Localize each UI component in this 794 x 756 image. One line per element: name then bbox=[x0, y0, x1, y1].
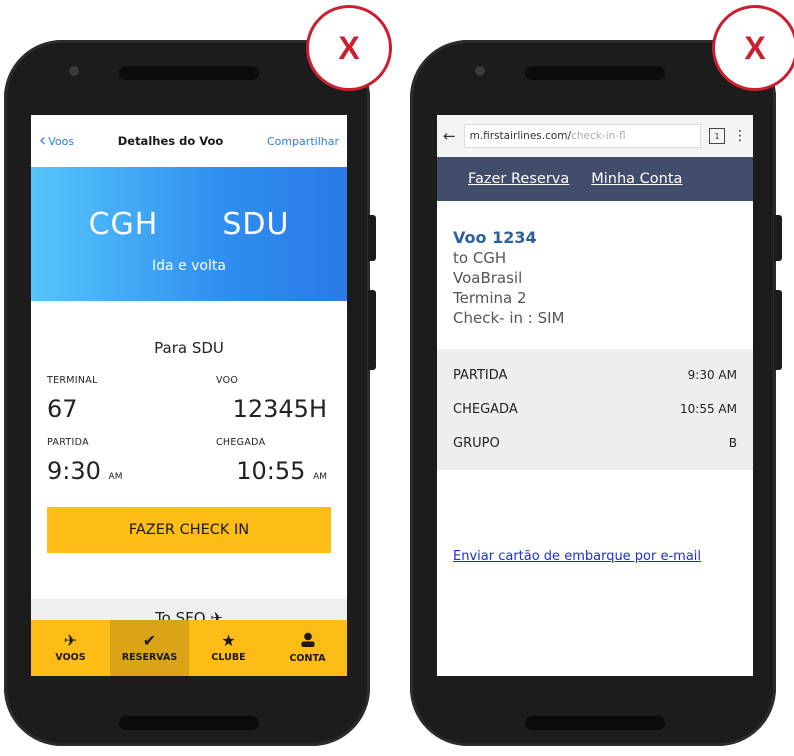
checkin-button[interactable]: FAZER CHECK IN bbox=[47, 507, 331, 553]
checkin-status: Check- in : SIM bbox=[453, 309, 565, 327]
home-bar bbox=[525, 716, 665, 730]
tab-count-icon[interactable]: 1 bbox=[709, 128, 725, 144]
tab-clube[interactable]: ★ CLUBE bbox=[189, 620, 268, 676]
flight-card: Para SDU TERMINAL 67 PARTIDA 9:30 AM VOO… bbox=[31, 301, 347, 553]
trip-type: Ida e volta bbox=[152, 258, 226, 274]
tab-reservas[interactable]: ✔ RESERVAS bbox=[110, 620, 189, 676]
row-value: 9:30 AM bbox=[687, 368, 737, 382]
star-icon: ★ bbox=[221, 631, 236, 650]
leg-heading: Para SDU bbox=[154, 339, 224, 357]
power-button bbox=[368, 290, 376, 370]
table-row: PARTIDA 9:30 AM bbox=[437, 358, 753, 392]
wrong-mark-icon: X bbox=[712, 5, 794, 91]
arrival-value: 10:55 AM bbox=[216, 457, 327, 485]
airline-name: VoaBrasil bbox=[453, 269, 523, 287]
site-menu: Fazer Reserva Minha Conta bbox=[437, 157, 753, 201]
tab-bar: ✈ VOOS ✔ RESERVAS ★ CLUBE CONTA bbox=[31, 620, 347, 676]
row-label: GRUPO bbox=[453, 435, 500, 451]
table-row: GRUPO B bbox=[437, 426, 753, 460]
home-bar bbox=[119, 716, 259, 730]
app-screen: ‹ Voos Detalhes do Voo Compartilhar CGH … bbox=[31, 115, 347, 676]
terminal-value: 67 bbox=[47, 395, 78, 423]
back-arrow-icon[interactable]: ← bbox=[443, 127, 456, 145]
reserve-link[interactable]: Fazer Reserva bbox=[468, 171, 569, 187]
account-link[interactable]: Minha Conta bbox=[591, 171, 682, 187]
volume-button bbox=[368, 215, 376, 261]
plane-icon: ✈ bbox=[63, 631, 78, 650]
volume-button bbox=[774, 215, 782, 261]
terminal-label: TERMINAL bbox=[47, 375, 98, 386]
arrival-ampm: AM bbox=[313, 472, 327, 482]
departure-ampm: AM bbox=[108, 472, 123, 482]
departure-time: 9:30 bbox=[47, 457, 101, 485]
table-row: CHEGADA 10:55 AM bbox=[437, 392, 753, 426]
origin-code: CGH bbox=[88, 207, 159, 242]
speaker-grille bbox=[525, 66, 665, 80]
route-header: CGH SDU Ida e volta bbox=[31, 167, 347, 301]
email-boarding-pass-link[interactable]: Enviar cartão de embarque por e-mail bbox=[453, 549, 701, 564]
speaker-grille bbox=[119, 66, 259, 80]
tab-label: CONTA bbox=[289, 653, 326, 664]
nav-bar: ‹ Voos Detalhes do Voo Compartilhar bbox=[31, 115, 347, 167]
arrival-label: CHEGADA bbox=[216, 437, 266, 448]
page-title: Detalhes do Voo bbox=[117, 134, 224, 148]
tab-voos[interactable]: ✈ VOOS bbox=[31, 620, 110, 676]
chevron-left-icon: ‹ bbox=[39, 130, 47, 151]
tab-conta[interactable]: CONTA bbox=[268, 620, 347, 676]
back-label: Voos bbox=[48, 134, 75, 148]
person-icon bbox=[301, 632, 315, 650]
tab-label: CLUBE bbox=[211, 652, 246, 663]
row-value: B bbox=[728, 436, 737, 450]
phone-right: ← m.firstairlines.com/check-in-fl 1 ⋮ Fa… bbox=[410, 40, 782, 746]
flight-label: VOO bbox=[216, 375, 239, 386]
departure-label: PARTIDA bbox=[47, 437, 89, 448]
row-label: CHEGADA bbox=[453, 401, 518, 417]
flight-number: Voo 1234 bbox=[453, 228, 537, 247]
flight-times-table: PARTIDA 9:30 AM CHEGADA 10:55 AM GRUPO B bbox=[437, 349, 753, 470]
terminal-text: Termina 2 bbox=[453, 289, 527, 307]
row-value: 10:55 AM bbox=[680, 402, 737, 416]
phone-left: ‹ Voos Detalhes do Voo Compartilhar CGH … bbox=[4, 40, 376, 746]
power-button bbox=[774, 290, 782, 370]
flight-value: 12345H bbox=[232, 395, 327, 423]
flight-destination: to CGH bbox=[453, 249, 507, 267]
camera-icon bbox=[475, 66, 485, 76]
browser-toolbar: ← m.firstairlines.com/check-in-fl 1 ⋮ bbox=[437, 115, 753, 157]
share-button[interactable]: Compartilhar bbox=[267, 135, 339, 148]
url-main: m.firstairlines.com/ bbox=[469, 130, 572, 142]
tab-label: VOOS bbox=[55, 652, 86, 663]
destination-code: SDU bbox=[222, 207, 290, 242]
row-label: PARTIDA bbox=[453, 367, 508, 383]
wrong-mark-icon: X bbox=[306, 5, 392, 91]
url-faded: check-in-fl bbox=[571, 130, 626, 142]
address-bar[interactable]: m.firstairlines.com/check-in-fl bbox=[463, 124, 701, 148]
browser-screen: ← m.firstairlines.com/check-in-fl 1 ⋮ Fa… bbox=[437, 115, 753, 676]
checkmark-icon: ✔ bbox=[142, 631, 157, 650]
tab-label: RESERVAS bbox=[121, 652, 178, 663]
arrival-time: 10:55 bbox=[236, 457, 306, 485]
flight-info: Voo 1234 to CGH VoaBrasil Termina 2 Chec… bbox=[437, 201, 753, 349]
camera-icon bbox=[69, 66, 79, 76]
departure-value: 9:30 AM bbox=[47, 457, 184, 485]
overflow-menu-icon[interactable]: ⋮ bbox=[733, 128, 747, 144]
back-button[interactable]: ‹ Voos bbox=[39, 132, 74, 150]
